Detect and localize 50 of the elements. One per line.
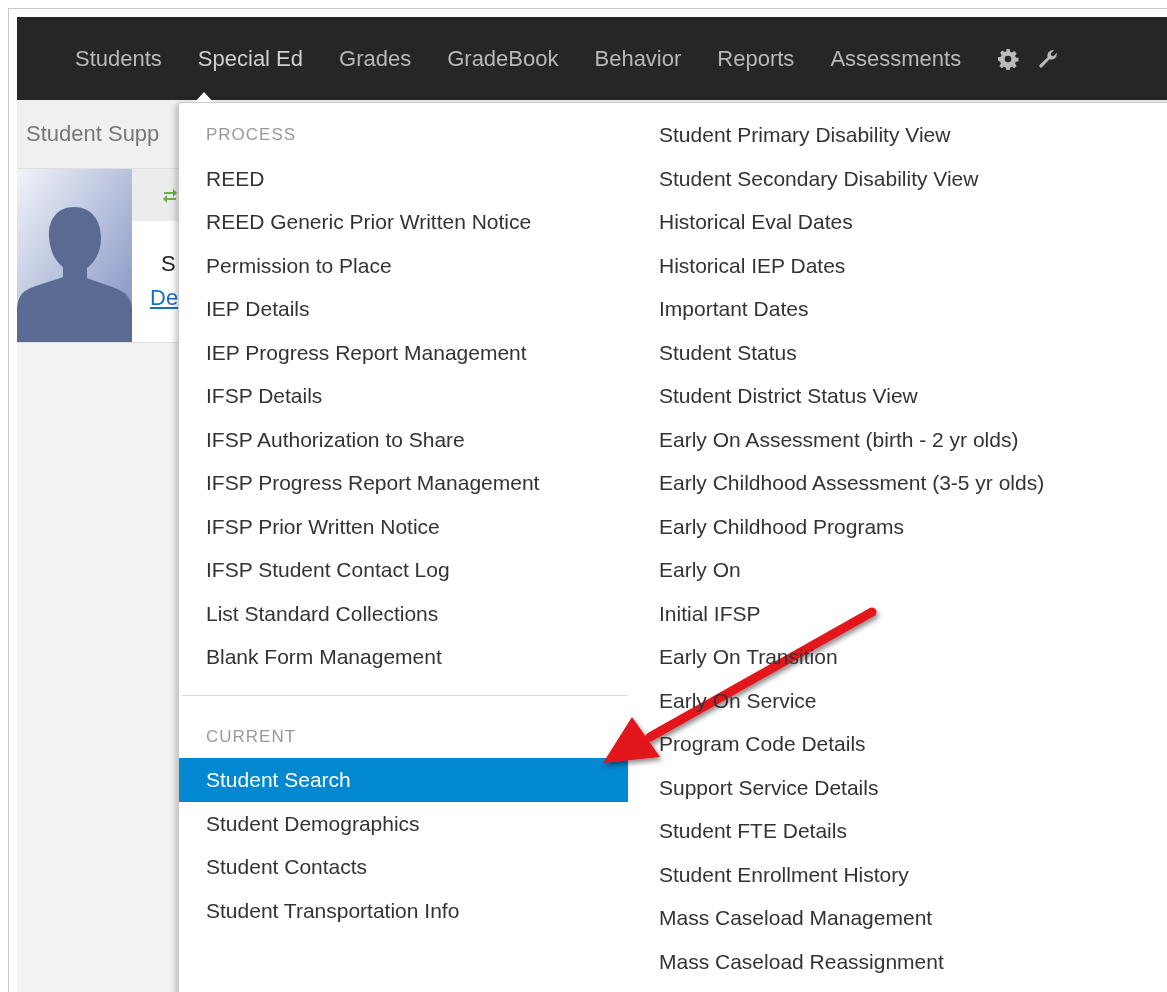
menu-item[interactable]: Student Transportation Info [179,888,628,932]
menu-item[interactable]: List Standard Collections [179,591,628,635]
menu-item[interactable]: IFSP Progress Report Management [179,461,628,505]
menu-item[interactable]: Permission to Place [179,243,628,287]
nav-tab[interactable]: Behavior [576,45,700,72]
menu-item[interactable]: Mass Caseload Reassignment [659,939,944,983]
menu-item[interactable]: Historical Eval Dates [659,200,853,244]
menu-item[interactable]: Program Code Details [659,722,866,766]
menu-item[interactable]: IFSP Details [179,374,628,418]
nav-tab[interactable]: Students [57,45,180,72]
menu-item[interactable]: IFSP Student Contact Log [179,548,628,592]
menu-item[interactable]: Student District Status View [659,374,918,418]
menu-item[interactable]: Student Contacts [179,845,628,889]
menu-item[interactable]: Student FTE Details [659,809,847,853]
page-title: Student Supp [26,121,160,147]
nav-tab[interactable]: Reports [699,45,813,72]
menu-item[interactable]: IFSP Authorization to Share [179,417,628,461]
nav-tab[interactable]: Assessments [812,45,980,72]
menu-item[interactable]: Student Enrollment History [659,852,909,896]
menu-item[interactable]: Mass Caseload Management [659,896,933,940]
avatar-icon [17,169,132,342]
menu-item[interactable]: Historical IEP Dates [659,243,846,287]
student-link[interactable]: De [150,285,179,311]
menu-item[interactable]: Early Childhood Programs [659,504,905,548]
menu-item[interactable]: Early Childhood Assessment (3-5 yr olds) [659,461,1045,505]
menu-item[interactable]: Student Status [659,330,797,374]
menu-item[interactable]: REED [179,156,628,200]
nav-tab[interactable]: GradeBook [429,45,577,72]
menu-item[interactable]: IEP Progress Report Management [179,330,628,374]
menu-item[interactable]: Initial IFSP [659,591,761,635]
menu-item[interactable]: Important Dates [659,287,809,331]
menu-item[interactable]: Support Service Details [659,765,879,809]
menu-item[interactable]: REED Generic Prior Written Notice [179,200,628,244]
menu-item[interactable]: Blank Form Management [179,635,628,679]
gear-icon[interactable] [997,47,1020,70]
menu-section-heading: CURRENT [205,725,298,748]
menu-item[interactable]: Student Secondary Disability View [659,156,979,200]
menu-item[interactable]: Student Primary Disability View [659,113,951,157]
menu-item[interactable]: Early On Assessment (birth - 2 yr olds) [659,417,1019,461]
menu-item[interactable]: IFSP Prior Written Notice [179,504,628,548]
menu-section-heading: PROCESS [205,124,298,146]
menu-item[interactable]: IEP Details [179,287,628,331]
student-name: S [161,251,176,277]
nav-tab[interactable]: Special Ed [179,45,322,72]
menu-item[interactable]: Student Demographics [179,801,628,845]
swap-arrows-icon[interactable] [162,187,178,203]
nav-tab[interactable]: Grades [321,45,430,72]
menu-item[interactable]: Student Search [179,758,628,802]
wrench-icon[interactable] [1037,47,1060,70]
menu-item[interactable]: Early On [659,548,741,592]
